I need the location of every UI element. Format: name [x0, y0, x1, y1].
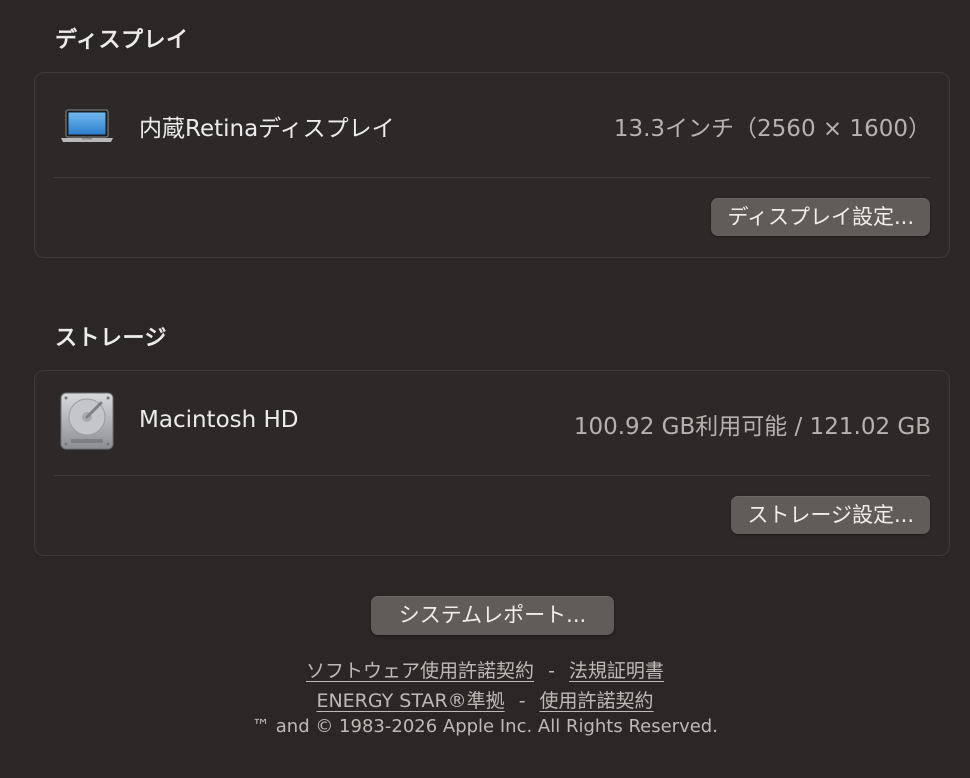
- laptop-icon: [61, 109, 113, 142]
- separator: -: [518, 690, 526, 712]
- volume-name: Macintosh HD: [139, 407, 299, 433]
- storage-capacity: 100.92 GB利用可能 / 121.02 GB: [573, 414, 931, 440]
- footer-links-row-2: ENERGY STAR®準拠 - 使用許諾契約: [0, 686, 970, 713]
- display-settings-button[interactable]: ディスプレイ設定...: [711, 198, 930, 236]
- system-report-button[interactable]: システムレポート...: [371, 596, 614, 635]
- storage-divider: [54, 475, 930, 476]
- storage-row: Macintosh HD 100.92 GB利用可能 / 121.02 GB: [35, 371, 949, 475]
- license-agreement-link[interactable]: 使用許諾契約: [540, 690, 654, 712]
- display-name: 内蔵Retinaディスプレイ: [139, 116, 395, 142]
- display-row: 内蔵Retinaディスプレイ 13.3インチ（2560 × 1600）: [35, 73, 949, 177]
- display-resolution: 13.3インチ（2560 × 1600）: [613, 116, 931, 142]
- footer-links-row-1: ソフトウェア使用許諾契約 - 法規証明書: [0, 656, 970, 683]
- storage-card: Macintosh HD 100.92 GB利用可能 / 121.02 GB ス…: [34, 370, 950, 556]
- display-card: 内蔵Retinaディスプレイ 13.3インチ（2560 × 1600） ディスプ…: [34, 72, 950, 258]
- storage-settings-button[interactable]: ストレージ設定...: [731, 496, 930, 534]
- regulatory-certification-link[interactable]: 法規証明書: [569, 660, 664, 682]
- system-info-pane: ディスプレイ 内蔵Retinaディスプレイ 13.3インチ（2560 × 160…: [0, 0, 970, 778]
- storage-section-title: ストレージ: [55, 326, 168, 351]
- software-license-link[interactable]: ソフトウェア使用許諾契約: [306, 660, 534, 682]
- copyright-text: ™ and © 1983-2026 Apple Inc. All Rights …: [252, 716, 718, 737]
- separator: -: [548, 660, 555, 682]
- hard-disk-icon: [60, 392, 114, 450]
- display-section-title: ディスプレイ: [55, 28, 189, 53]
- display-divider: [54, 177, 930, 178]
- energy-star-link[interactable]: ENERGY STAR®準拠: [316, 690, 504, 712]
